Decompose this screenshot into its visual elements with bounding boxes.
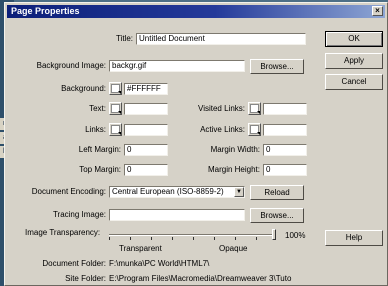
active-links-swatch[interactable] (248, 123, 261, 136)
slider-tick (193, 237, 194, 240)
dropdown-arrow-icon (257, 111, 260, 114)
title-label: Title: (115, 34, 133, 43)
links-color-swatch[interactable] (109, 123, 122, 136)
active-links-label: Active Links: (200, 125, 245, 134)
transparency-percent: 100% (285, 231, 306, 240)
background-color-swatch[interactable] (109, 82, 122, 95)
slider-tick (130, 237, 131, 240)
reload-button[interactable]: Reload (250, 185, 304, 200)
cancel-button[interactable]: Cancel (325, 74, 383, 90)
slider-tick (172, 237, 173, 240)
background-image-input[interactable]: backgr.gif (109, 60, 245, 72)
dropdown-arrow-icon (257, 132, 260, 135)
dropdown-arrow-icon (118, 132, 121, 135)
browse-background-button[interactable]: Browse... (250, 59, 304, 74)
opaque-label: Opaque (219, 244, 248, 253)
tracing-image-input[interactable] (109, 209, 245, 221)
document-encoding-value: Central European (ISO-8859-2) (112, 187, 224, 196)
close-icon: × (375, 6, 380, 15)
tracing-image-label: Tracing Image: (52, 210, 106, 219)
background-color-input[interactable]: #FFFFFF (124, 83, 168, 95)
slider-tick (214, 237, 215, 240)
transparency-slider[interactable] (109, 234, 275, 236)
visited-links-swatch[interactable] (248, 102, 261, 115)
document-encoding-select[interactable]: Central European (ISO-8859-2) ▼ (109, 186, 245, 198)
transparency-slider-thumb[interactable] (272, 229, 276, 240)
chevron-down-icon[interactable]: ▼ (234, 187, 244, 197)
text-color-swatch[interactable] (109, 102, 122, 115)
document-folder-label: Document Folder: (42, 259, 106, 268)
title-input[interactable]: Untitled Document (136, 33, 306, 45)
margin-width-label: Margin Width: (210, 145, 260, 154)
document-folder-value: F:\munka\PC World\HTML7\ (109, 259, 210, 268)
title-bar[interactable]: Page Properties × (7, 5, 385, 18)
slider-tick (256, 237, 257, 240)
slider-tick (235, 237, 236, 240)
apply-button[interactable]: Apply (325, 53, 383, 69)
text-color-label: Text: (89, 104, 106, 113)
site-folder-label: Site Folder: (65, 274, 106, 283)
help-button[interactable]: Help (325, 230, 383, 246)
dropdown-arrow-icon (118, 91, 121, 94)
background-image-label: Background Image: (36, 61, 106, 70)
background-color-label: Background: (61, 84, 106, 93)
window-title: Page Properties (11, 6, 80, 16)
margin-height-label: Margin Height: (207, 165, 260, 174)
visited-links-input[interactable] (263, 103, 307, 115)
top-margin-label: Top Margin: (79, 165, 121, 174)
slider-tick (151, 237, 152, 240)
slider-tick (109, 237, 110, 240)
text-color-input[interactable] (124, 103, 168, 115)
dropdown-arrow-icon (118, 111, 121, 114)
margin-width-input[interactable]: 0 (263, 144, 307, 156)
browse-tracing-button[interactable]: Browse... (250, 208, 304, 223)
ok-button[interactable]: OK (325, 31, 383, 47)
active-links-input[interactable] (263, 124, 307, 136)
visited-links-label: Visited Links: (198, 104, 245, 113)
image-transparency-label: Image Transparency: (25, 228, 101, 237)
page-properties-dialog: Page Properties × Title: Untitled Docume… (4, 2, 388, 286)
close-button[interactable]: × (372, 6, 383, 16)
margin-height-input[interactable]: 0 (263, 164, 307, 176)
top-margin-input[interactable]: 0 (124, 164, 168, 176)
transparent-label: Transparent (119, 244, 162, 253)
document-encoding-label: Document Encoding: (31, 187, 106, 196)
left-margin-input[interactable]: 0 (124, 144, 168, 156)
links-color-label: Links: (85, 125, 106, 134)
left-margin-label: Left Margin: (78, 145, 121, 154)
links-color-input[interactable] (124, 124, 168, 136)
site-folder-value: E:\Program Files\Macromedia\Dreamweaver … (109, 274, 292, 283)
